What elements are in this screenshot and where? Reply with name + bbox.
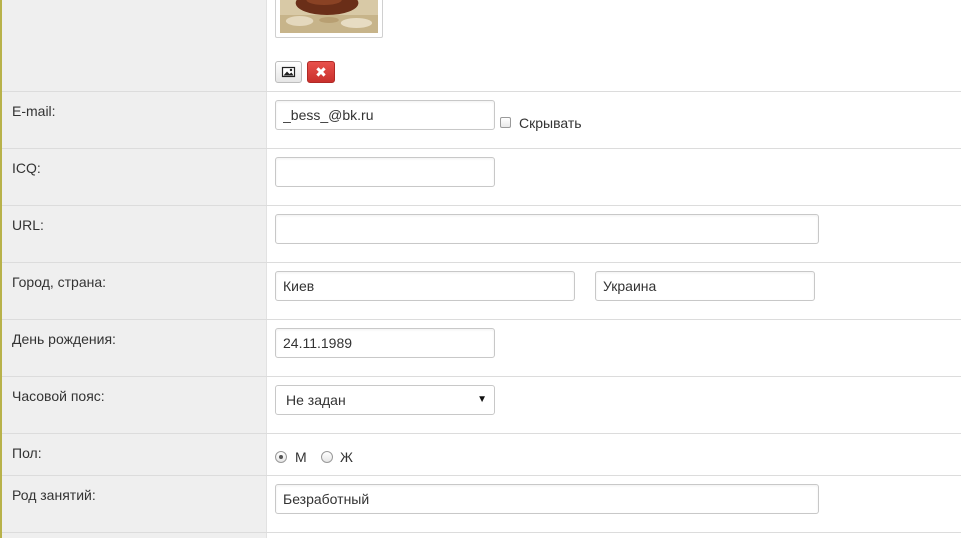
- occupation-field[interactable]: [275, 484, 819, 514]
- location-label: Город, страна:: [12, 274, 107, 290]
- timezone-select[interactable]: Не задан ▼: [275, 385, 495, 415]
- row-gender: Пол:: [2, 433, 961, 476]
- upload-image-button[interactable]: [275, 61, 302, 83]
- icq-field[interactable]: [275, 157, 495, 187]
- email-label: E-mail:: [12, 103, 56, 119]
- gender-male-radio[interactable]: [275, 451, 287, 463]
- email-field[interactable]: [275, 100, 495, 130]
- timezone-selected-value: Не задан: [286, 392, 346, 408]
- avatar-thumbnail: [275, 0, 383, 38]
- icq-label: ICQ:: [12, 160, 41, 176]
- hide-email-label: Скрывать: [519, 115, 582, 131]
- dropdown-arrow-icon: ▼: [477, 394, 487, 405]
- birthday-field[interactable]: [275, 328, 495, 358]
- gender-female-label: Ж: [340, 449, 353, 465]
- hide-email-checkbox[interactable]: [500, 117, 511, 128]
- delete-image-button[interactable]: ✖: [307, 61, 335, 83]
- close-icon: ✖: [315, 64, 327, 80]
- url-label: URL:: [12, 217, 44, 233]
- gender-female-radio[interactable]: [321, 451, 333, 463]
- gender-label: Пол:: [12, 445, 42, 461]
- avatar-image: [280, 0, 378, 33]
- timezone-label: Часовой пояс:: [12, 388, 105, 404]
- occupation-label: Род занятий:: [12, 487, 96, 503]
- url-field[interactable]: [275, 214, 819, 244]
- gender-male-label: М: [295, 449, 307, 465]
- birthday-label: День рождения:: [12, 331, 116, 347]
- image-icon: [281, 66, 296, 78]
- city-field[interactable]: [275, 271, 575, 301]
- country-field[interactable]: [595, 271, 815, 301]
